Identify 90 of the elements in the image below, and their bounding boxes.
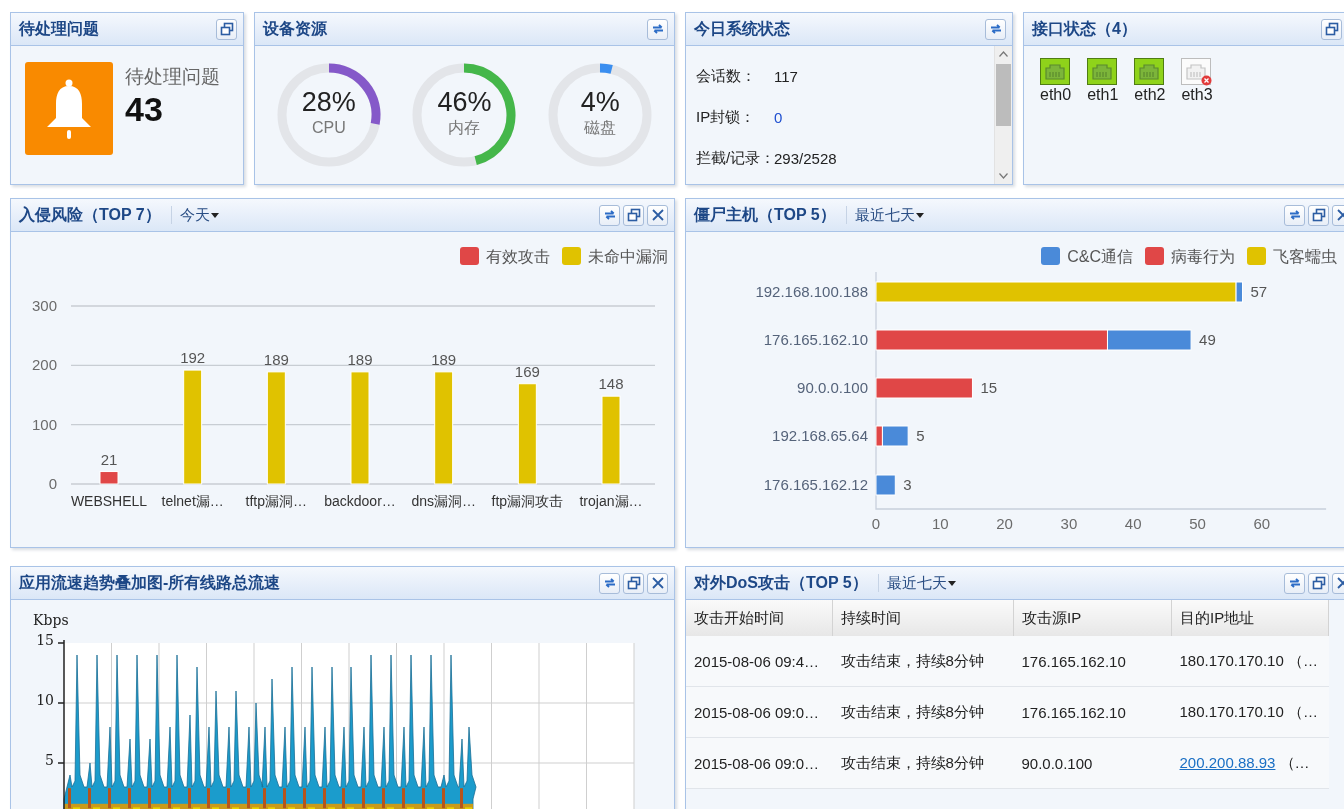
data-label: 189 [347,350,373,368]
legend-label: 病毒行为 [1171,247,1235,266]
panel-title: 接口状态（4） [1032,18,1137,39]
axis-label: dns漏洞… [411,493,476,509]
table-cell: 90.0.0.100 [1013,737,1172,789]
pending-label: 待处理问题 [125,65,220,89]
data-label: 189 [431,350,457,368]
table-cell: 攻击结束，持续8分钟 [832,636,1014,687]
cell-text: （… [1279,753,1310,771]
table-cell: 180.170.170.10 （… [1171,686,1329,738]
column-header: 目的IP地址 [1171,600,1329,636]
panel-title: 应用流速趋势叠加图-所有线路总流速 [19,572,281,593]
table-cell: 176.165.162.10 [1013,686,1172,738]
gauge-label: 内存 [448,118,481,138]
data-label: 57 [1250,283,1268,300]
table-cell: 2015-08-06 09:0… [686,737,833,789]
gauge-value: 46% [437,87,492,117]
ip-link[interactable]: 200.200.88.93 [1179,753,1276,771]
axis-label: 10 [931,515,949,532]
gauge-value: 28% [301,87,356,117]
axis-label: 176.165.162.10 [763,331,868,348]
column-header: 持续时间 [832,600,1014,636]
status-label: IP封锁： [696,108,757,127]
data-label: 5 [916,427,925,444]
axis-label: 300 [31,297,57,314]
data-label: 189 [263,350,289,368]
status-value: 293/2528 [774,150,837,167]
table-cell: 180.170.170.10 （… [1171,636,1329,687]
panel-title: 设备资源 [263,18,327,39]
axis-label: 60 [1253,515,1271,532]
status-label: 会话数： [696,67,757,86]
panel-title: 入侵风险（TOP 7） [19,204,161,225]
axis-unit: Kbps [33,612,69,628]
axis-label: 10 [36,692,54,708]
table-cell: 2015-08-06 09:4… [686,636,833,687]
legend-label: 未命中漏洞 [588,247,668,266]
pending-count: 43 [125,90,164,128]
axis-label: 0 [48,475,57,492]
column-header: 攻击开始时间 [686,600,833,636]
axis-label: backdoor… [324,493,396,509]
data-label: 148 [598,375,624,393]
legend-label: C&C通信 [1067,247,1133,266]
table-cell: 2015-08-06 09:0… [686,686,833,738]
axis-label: 0 [871,515,881,532]
range-dropdown[interactable]: 今天 [170,206,219,224]
range-dropdown[interactable]: 最近七天 [877,574,956,592]
axis-label: 15 [36,632,54,648]
port-name: eth2 [1134,86,1166,104]
axis-label: tftp漏洞… [245,493,308,509]
gauge-value: 4% [580,87,620,117]
axis-label: 30 [1060,515,1078,532]
data-label: 15 [980,379,998,396]
data-label: 169 [514,362,540,380]
legend-label: 有效攻击 [486,247,550,266]
panel-title: 待处理问题 [19,18,99,39]
table-cell: 攻击结束，持续8分钟 [832,737,1014,789]
gauge-label: 磁盘 [584,118,617,138]
status-value: 117 [774,68,798,85]
status-link[interactable]: 0 [774,109,783,126]
axis-label: 200 [31,356,57,374]
axis-label: 192.168.65.64 [772,427,868,444]
port-name: eth1 [1087,86,1119,104]
column-header: 攻击源IP [1013,600,1172,636]
panel-title: 僵尸主机（TOP 5） [694,204,836,225]
table-cell: 攻击结束，持续8分钟 [832,686,1014,738]
data-label: 21 [100,450,118,468]
panel-title: 对外DoS攻击（TOP 5） [694,572,868,593]
gauge-label: CPU [311,118,346,138]
axis-label: 192.168.100.188 [755,283,868,300]
axis-label: 90.0.0.100 [797,379,868,396]
axis-label: 40 [1124,515,1142,532]
axis-label: 50 [1189,515,1206,532]
data-label: 192 [180,349,206,367]
axis-label: 176.165.162.12 [763,476,868,493]
data-label: 49 [1199,331,1216,348]
axis-label: 5 [45,752,54,768]
axis-label: trojan漏… [579,493,643,509]
range-dropdown[interactable]: 最近七天 [845,206,924,224]
port-name: eth3 [1181,86,1213,104]
table-cell: 176.165.162.10 [1013,636,1172,687]
status-label: 拦截/记录： [696,149,774,168]
axis-label: 20 [996,515,1013,532]
axis-label: WEBSHELL [70,493,148,509]
panel-title: 今日系统状态 [694,18,790,39]
axis-label: telnet漏… [161,493,224,509]
axis-label: 100 [31,415,57,433]
axis-label: ftp漏洞攻击 [491,493,564,509]
data-label: 3 [903,476,912,493]
legend-label: 飞客蠕虫 [1273,247,1337,266]
port-name: eth0 [1040,86,1072,104]
